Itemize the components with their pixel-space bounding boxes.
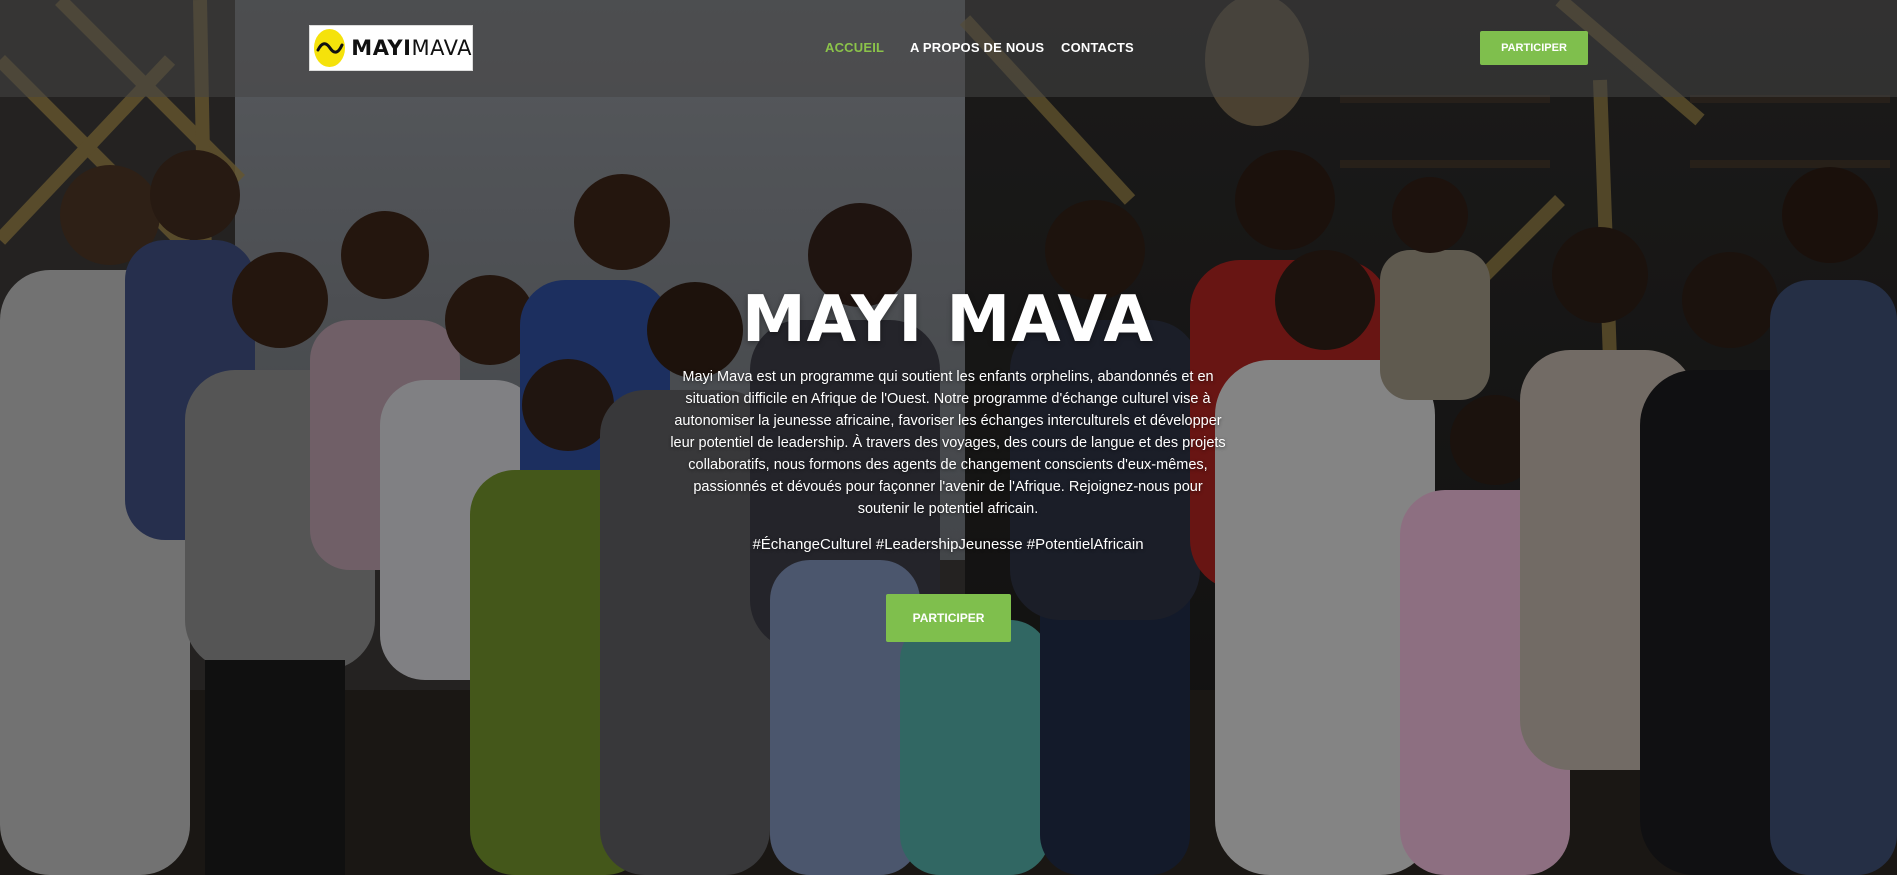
- nav-link-a-propos[interactable]: A PROPOS DE NOUS: [910, 40, 1044, 55]
- site-header: MAYIMAVA ACCUEIL A PROPOS DE NOUS CONTAC…: [0, 0, 1897, 97]
- wave-logo-icon: [314, 29, 346, 67]
- logo-text-bold: MAYI: [351, 36, 412, 60]
- hero-description: Mayi Mava est un programme qui soutient …: [670, 369, 1226, 517]
- nav-link-contacts[interactable]: CONTACTS: [1061, 40, 1134, 55]
- nav-link-accueil[interactable]: ACCUEIL: [825, 40, 884, 55]
- logo-wordmark: MAYIMAVA: [351, 36, 472, 60]
- logo-text-light: MAVA: [411, 36, 472, 60]
- hero-participer-button[interactable]: PARTICIPER: [886, 594, 1011, 642]
- hero-content: MAYI MAVA Mayi Mava est un programme qui…: [668, 280, 1228, 556]
- hero-title: MAYI MAVA: [741, 283, 1155, 357]
- site-logo[interactable]: MAYIMAVA: [309, 25, 473, 71]
- hero-section: MAYIMAVA ACCUEIL A PROPOS DE NOUS CONTAC…: [0, 0, 1897, 875]
- hero-hashtags: #ÉchangeCulturel #LeadershipJeunesse #Po…: [752, 536, 1144, 553]
- header-participer-button[interactable]: PARTICIPER: [1480, 31, 1588, 65]
